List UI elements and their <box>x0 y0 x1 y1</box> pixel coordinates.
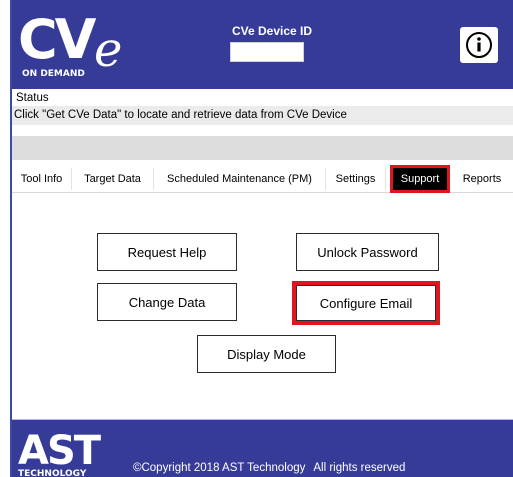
svg-text:ON DEMAND: ON DEMAND <box>22 69 85 79</box>
request-help-button[interactable]: Request Help <box>97 233 237 271</box>
tab-tool-info[interactable]: Tool Info <box>12 168 72 190</box>
tab-scheduled-maintenance[interactable]: Scheduled Maintenance (PM) <box>154 168 326 190</box>
app-header: CV e ON DEMAND CVe Device ID <box>12 0 513 89</box>
unlock-password-button[interactable]: Unlock Password <box>296 233 439 271</box>
rights-notice: All rights reserved <box>313 462 406 474</box>
cve-logo: CV e ON DEMAND <box>18 8 122 79</box>
tab-reports[interactable]: Reports <box>453 168 511 190</box>
svg-text:e: e <box>94 22 122 78</box>
info-circle-icon <box>466 32 492 58</box>
status-title: Status <box>16 92 49 104</box>
configure-email-button[interactable]: Configure Email <box>292 281 440 325</box>
device-id-label: CVe Device ID <box>232 24 313 38</box>
svg-text:TECHNOLOGY: TECHNOLOGY <box>18 469 87 477</box>
status-message: Click "Get CVe Data" to locate and retri… <box>12 106 513 125</box>
svg-text:CV: CV <box>18 8 97 71</box>
tab-settings[interactable]: Settings <box>326 168 386 190</box>
progress-bar-area <box>12 136 513 160</box>
copyright-text: ©Copyright 2018 AST Technology All rights… <box>133 462 413 474</box>
tab-target-data[interactable]: Target Data <box>72 168 154 190</box>
ast-logo: AST TECHNOLOGY <box>18 428 104 477</box>
copyright-notice: ©Copyright 2018 AST Technology <box>133 462 306 474</box>
display-mode-button[interactable]: Display Mode <box>197 335 336 373</box>
tab-bar: Tool Info Target Data Scheduled Maintena… <box>12 165 513 193</box>
device-id-field[interactable] <box>230 42 304 62</box>
info-button[interactable] <box>460 27 498 63</box>
change-data-button[interactable]: Change Data <box>97 283 237 321</box>
svg-text:AST: AST <box>18 428 102 474</box>
tab-support[interactable]: Support <box>390 165 450 193</box>
support-panel: Request Help Unlock Password Change Data… <box>12 193 513 420</box>
